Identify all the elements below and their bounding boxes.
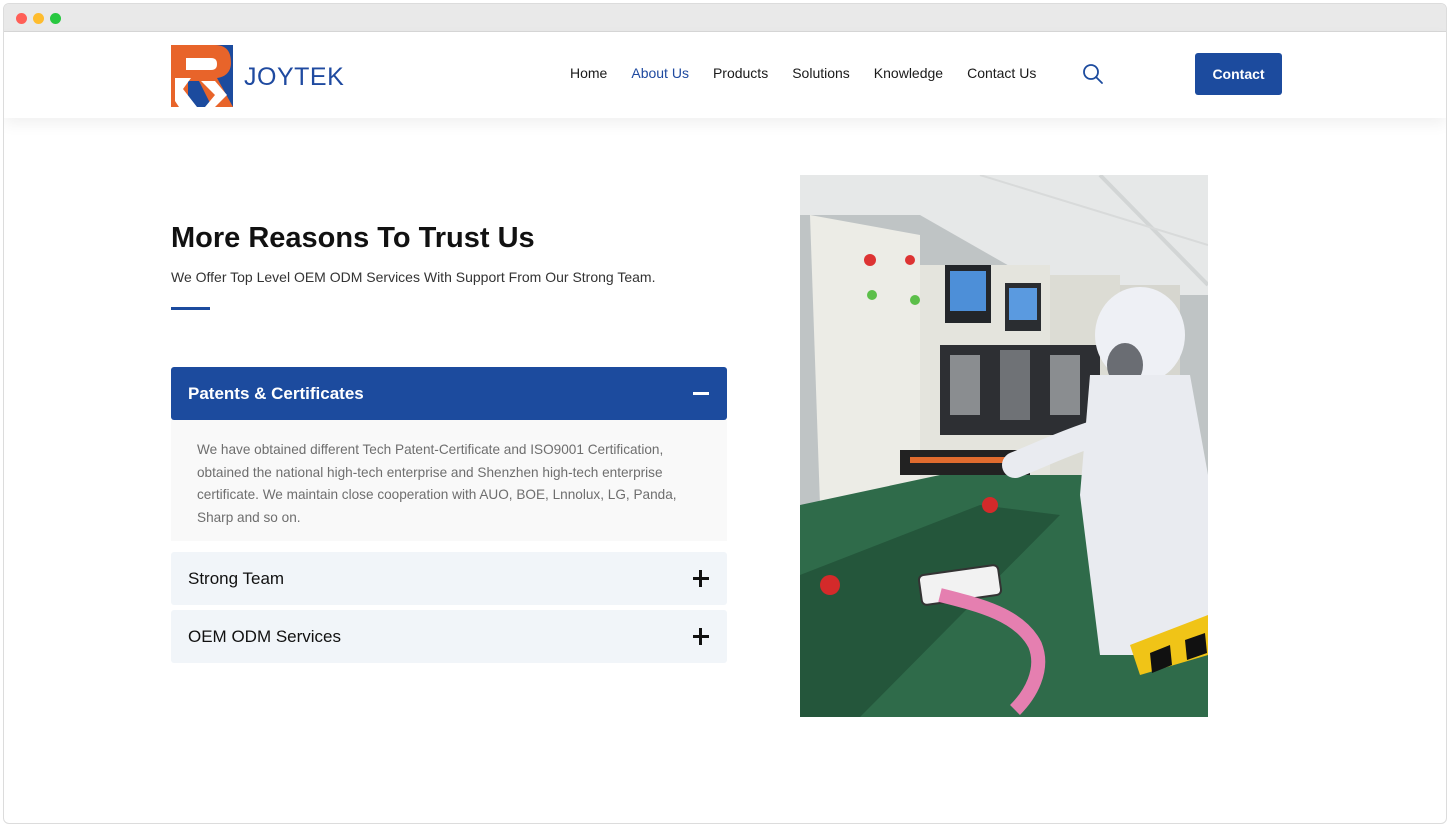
contact-button[interactable]: Contact bbox=[1195, 53, 1282, 95]
factory-photo bbox=[800, 175, 1208, 717]
site-header: JOYTEK Home About Us Products Solutions … bbox=[4, 32, 1446, 118]
search-icon[interactable] bbox=[1082, 63, 1104, 85]
accordion-title: OEM ODM Services bbox=[188, 626, 342, 646]
accordion-item-strong-team: Strong Team bbox=[171, 552, 727, 605]
accordion-item-oem-odm: OEM ODM Services bbox=[171, 610, 727, 663]
window-titlebar bbox=[4, 4, 1446, 32]
title-divider bbox=[171, 307, 210, 310]
accordion-header-patents[interactable]: Patents & Certificates bbox=[171, 367, 727, 420]
accordion-header-oem-odm[interactable]: OEM ODM Services bbox=[171, 610, 727, 663]
accordion-header-strong-team[interactable]: Strong Team bbox=[171, 552, 727, 605]
nav-item-contact-us[interactable]: Contact Us bbox=[967, 65, 1036, 81]
nav-item-home[interactable]: Home bbox=[570, 65, 607, 81]
accordion-item-patents: Patents & Certificates We have obtained … bbox=[171, 367, 727, 541]
nav-item-knowledge[interactable]: Knowledge bbox=[874, 65, 943, 81]
close-window-button[interactable] bbox=[16, 13, 27, 24]
joytek-logo-icon[interactable] bbox=[171, 45, 233, 107]
nav-item-about-us[interactable]: About Us bbox=[631, 65, 689, 81]
section-title: More Reasons To Trust Us bbox=[171, 222, 535, 254]
plus-icon[interactable] bbox=[692, 627, 710, 646]
section-subtitle: We Offer Top Level OEM ODM Services With… bbox=[171, 269, 656, 285]
plus-icon[interactable] bbox=[692, 569, 710, 588]
nav-item-solutions[interactable]: Solutions bbox=[792, 65, 850, 81]
accordion-body-patents: We have obtained different Tech Patent-C… bbox=[171, 420, 727, 541]
logo-text[interactable]: JOYTEK bbox=[244, 63, 344, 92]
minus-icon[interactable] bbox=[692, 385, 710, 403]
nav-item-products[interactable]: Products bbox=[713, 65, 768, 81]
maximize-window-button[interactable] bbox=[50, 13, 61, 24]
browser-window: JOYTEK Home About Us Products Solutions … bbox=[3, 3, 1447, 824]
main-nav: Home About Us Products Solutions Knowled… bbox=[570, 65, 1036, 81]
minimize-window-button[interactable] bbox=[33, 13, 44, 24]
accordion-title: Strong Team bbox=[188, 568, 285, 588]
accordion-title: Patents & Certificates bbox=[188, 383, 364, 403]
